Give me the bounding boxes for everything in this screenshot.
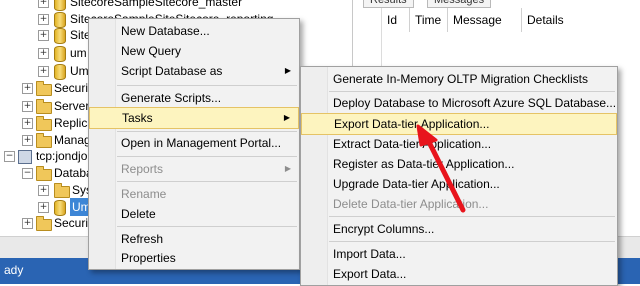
menu-item-export-data[interactable]: Export Data... [301,264,617,284]
expand-icon[interactable]: + [38,185,49,196]
menu-item-label: Delete [121,207,156,221]
menu-item-label: Register as Data-tier Application... [333,157,515,171]
menu-item-label: New Database... [121,24,210,38]
column-header[interactable]: Time [409,8,447,32]
expand-icon[interactable]: + [38,30,49,41]
menu-item-tasks[interactable]: Tasks ▶ [89,107,299,129]
tab-results[interactable]: Results [363,0,414,8]
menu-item-generate-scripts[interactable]: Generate Scripts... [89,88,299,108]
menu-item-deploy-azure[interactable]: Deploy Database to Microsoft Azure SQL D… [301,93,617,113]
menu-item-label: Script Database as [121,64,223,78]
menu-item-script-database-as[interactable]: Script Database as ▶ [89,61,299,81]
menu-item-label: Import Data... [333,247,406,261]
menu-item-label: Delete Data-tier Application... [333,197,489,211]
menu-separator [329,91,615,92]
menu-item-label: Extract Data-tier Application... [333,137,492,151]
menu-item-new-database[interactable]: New Database... [89,21,299,41]
menu-item-encrypt-columns[interactable]: Encrypt Columns... [301,219,617,239]
menu-item-register-data-tier[interactable]: Register as Data-tier Application... [301,154,617,174]
menu-item-label: New Query [121,44,182,58]
menu-separator [117,85,297,86]
menu-item-new-query[interactable]: New Query [89,41,299,61]
menu-item-export-data-tier[interactable]: Export Data-tier Application... [301,113,617,135]
menu-item-upgrade-data-tier[interactable]: Upgrade Data-tier Application... [301,174,617,194]
menu-item-import-data[interactable]: Import Data... [301,244,617,264]
menu-item-delete[interactable]: Delete [89,204,299,224]
menu-item-label: Open in Management Portal... [121,136,282,150]
folder-icon [36,216,52,231]
menu-item-extract-data-tier[interactable]: Extract Data-tier Application... [301,134,617,154]
menu-item-delete-data-tier: Delete Data-tier Application... [301,194,617,214]
context-menu: New Database... New Query Script Databas… [88,18,300,270]
menu-item-label: Export Data-tier Application... [334,117,490,131]
menu-separator [117,181,297,182]
menu-item-generate-oltp-checklists[interactable]: Generate In-Memory OLTP Migration Checkl… [301,69,617,89]
tree-node-label: um [70,46,87,60]
menu-item-refresh[interactable]: Refresh [89,229,299,249]
collapse-icon[interactable]: − [4,151,15,162]
menu-item-reports: Reports ▶ [89,159,299,179]
server-icon [18,150,32,164]
expand-icon[interactable]: + [38,0,49,8]
database-icon [54,46,66,62]
menu-separator [117,131,297,132]
collapse-icon[interactable]: − [22,168,33,179]
menu-item-label: Encrypt Columns... [333,222,435,236]
expand-icon[interactable]: + [38,66,49,77]
menu-item-label: Generate In-Memory OLTP Migration Checkl… [333,72,588,86]
column-header[interactable]: Message [447,8,517,32]
menu-item-rename: Rename [89,184,299,204]
expand-icon[interactable]: + [22,101,33,112]
expand-icon[interactable]: + [38,48,49,59]
menu-separator [117,226,297,227]
submenu-arrow-icon: ▶ [283,113,290,122]
tree-node-label: Securit [54,81,92,95]
menu-item-label: Refresh [121,232,164,246]
menu-item-label: Export Data... [333,267,407,281]
expand-icon[interactable]: + [22,135,33,146]
submenu-arrow-icon: ▶ [284,164,291,173]
tree-node-label: Securit [54,216,92,230]
status-text: ady [4,263,24,277]
menu-separator [329,241,615,242]
tasks-submenu: Generate In-Memory OLTP Migration Checkl… [300,66,618,286]
menu-item-label: Rename [121,187,167,201]
menu-item-label: Reports [121,162,164,176]
column-header[interactable]: Details [521,8,577,32]
expand-icon[interactable]: + [22,218,33,229]
folder-icon [36,81,52,96]
menu-separator [329,216,615,217]
database-icon [54,28,66,44]
menu-item-open-management-portal[interactable]: Open in Management Portal... [89,133,299,153]
expand-icon[interactable]: + [22,118,33,129]
menu-item-label: Deploy Database to Microsoft Azure SQL D… [333,96,617,110]
expand-icon[interactable]: + [22,83,33,94]
menu-item-label: Tasks [122,111,153,125]
menu-separator [117,156,297,157]
menu-item-properties[interactable]: Properties [89,248,299,268]
column-header[interactable]: Id [381,8,407,32]
menu-item-label: Generate Scripts... [121,91,222,105]
menu-item-label: Upgrade Data-tier Application... [333,177,500,191]
menu-item-label: Properties [121,251,176,265]
expand-icon[interactable]: + [38,14,49,25]
tab-messages[interactable]: Messages [427,0,492,8]
submenu-arrow-icon: ▶ [284,66,291,75]
expand-icon[interactable]: + [38,202,49,213]
